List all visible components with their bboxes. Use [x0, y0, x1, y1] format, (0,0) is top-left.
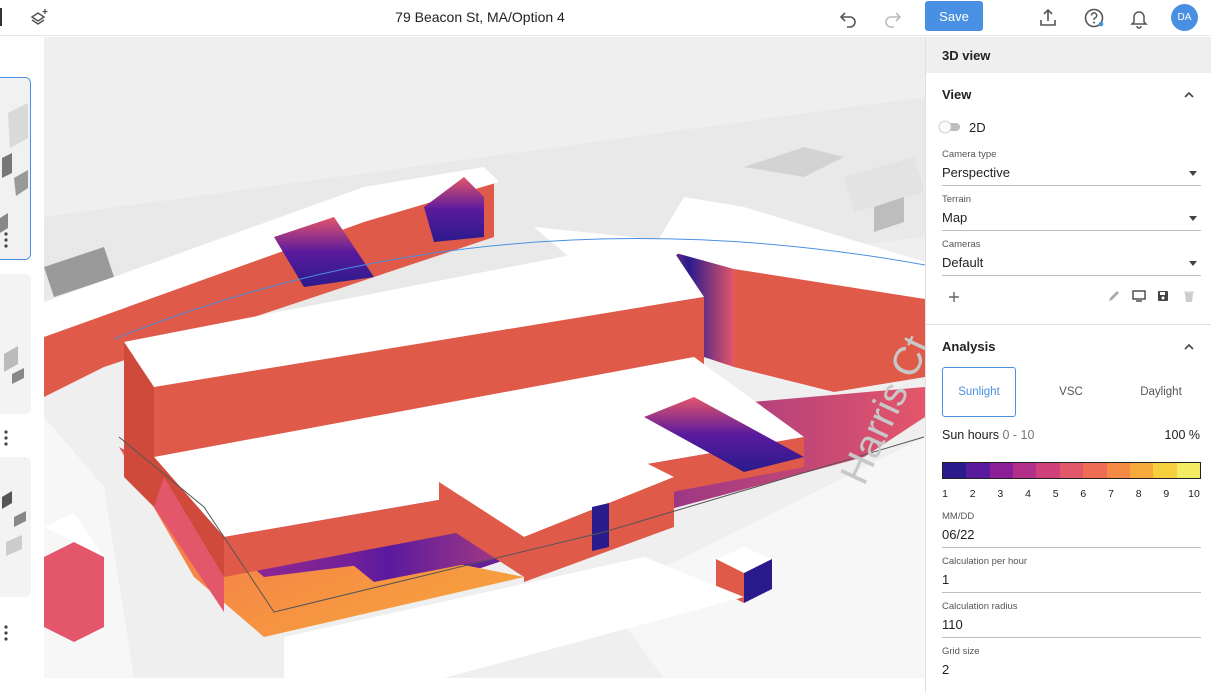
sun-hours-range: 0 - 10	[1002, 428, 1035, 442]
legend-number: 8	[1135, 488, 1142, 500]
legend-swatch	[966, 463, 990, 478]
save-button[interactable]: Save	[925, 1, 983, 31]
3d-viewport[interactable]: Harris Ct	[44, 37, 925, 678]
terrain-select[interactable]: Map	[942, 206, 1201, 231]
legend-swatch	[943, 463, 967, 478]
more-vert-icon[interactable]	[4, 430, 8, 446]
legend-swatch	[989, 463, 1014, 478]
legend-swatch	[1059, 463, 1084, 478]
avatar[interactable]: DA	[1171, 4, 1198, 31]
analysis-section-title[interactable]: Analysis	[942, 339, 995, 354]
2d-toggle[interactable]	[938, 119, 962, 135]
terrain-label: Terrain	[942, 194, 972, 205]
grid-size-value: 2	[942, 662, 950, 677]
legend-number: 10	[1188, 488, 1200, 500]
page-title: 79 Beacon St, MA/Option 4	[395, 9, 565, 25]
camera-type-value: Perspective	[942, 165, 1010, 180]
2d-toggle-label: 2D	[969, 120, 986, 135]
camera-type-select[interactable]: Perspective	[942, 161, 1201, 186]
sun-hours-legend	[942, 462, 1201, 479]
terrain-value: Map	[942, 210, 968, 225]
legend-swatch	[1013, 463, 1037, 478]
caret-down-icon	[1189, 261, 1197, 266]
save-icon[interactable]	[1156, 289, 1170, 303]
monitor-icon[interactable]	[1131, 289, 1147, 303]
option-thumbnail[interactable]	[0, 274, 31, 414]
date-input[interactable]: 06/22	[942, 523, 1201, 548]
legend-number: 5	[1052, 488, 1059, 500]
legend-number: 7	[1108, 488, 1114, 500]
option-thumbnail[interactable]	[0, 457, 31, 597]
legend-swatch	[1129, 463, 1154, 478]
caret-down-icon	[1189, 216, 1197, 221]
tab-vsc[interactable]: VSC	[1031, 367, 1111, 417]
legend-swatch	[1176, 463, 1200, 478]
calc-per-hour-input[interactable]: 1	[942, 568, 1201, 593]
sun-hours-label: Sun hours	[942, 428, 999, 442]
date-value: 06/22	[942, 527, 975, 542]
bell-icon[interactable]	[1127, 6, 1151, 30]
camera-type-label: Camera type	[942, 149, 997, 160]
properties-panel: 3D view View 2D Camera type Perspective …	[925, 37, 1211, 693]
cameras-value: Default	[942, 255, 984, 270]
legend-number: 9	[1163, 488, 1170, 500]
calc-radius-value: 110	[942, 617, 963, 632]
sunlight-analysis-scene: Harris Ct	[44, 37, 925, 678]
legend-number: 2	[969, 488, 976, 500]
bottom-strip	[0, 678, 925, 693]
tab-sunlight[interactable]: Sunlight	[942, 367, 1016, 417]
plus-icon[interactable]	[947, 290, 961, 304]
calc-radius-input[interactable]: 110	[942, 613, 1201, 638]
divider	[926, 324, 1211, 325]
chevron-up-icon[interactable]	[1183, 340, 1195, 352]
calc-radius-label: Calculation radius	[942, 601, 1018, 612]
more-vert-icon[interactable]	[4, 232, 8, 248]
percent-value: 100 %	[1164, 428, 1200, 442]
help-icon[interactable]	[1082, 6, 1106, 30]
view-section-title[interactable]: View	[942, 87, 971, 102]
legend-swatch	[1036, 463, 1060, 478]
calc-per-hour-label: Calculation per hour	[942, 556, 1028, 567]
legend-swatch	[1106, 463, 1130, 478]
top-bar: 79 Beacon St, MA/Option 4 Save DA	[0, 0, 1211, 36]
grid-size-input[interactable]: 2	[942, 658, 1201, 683]
sun-hours-row: Sun hours 0 - 10	[942, 428, 1034, 442]
redo-icon[interactable]	[881, 6, 905, 30]
chevron-up-icon[interactable]	[1183, 88, 1195, 100]
pencil-icon[interactable]	[1107, 289, 1121, 303]
legend-swatch	[1153, 463, 1177, 478]
cameras-label: Cameras	[942, 239, 981, 250]
date-label: MM/DD	[942, 511, 975, 522]
cameras-select[interactable]: Default	[942, 251, 1201, 276]
legend-swatch	[1083, 463, 1107, 478]
legend-numbers: 1 2 3 4 5 6 7 8 9 10	[942, 488, 1201, 500]
more-vert-icon[interactable]	[4, 625, 8, 641]
calc-per-hour-value: 1	[942, 572, 950, 587]
caret-down-icon	[1189, 171, 1197, 176]
share-icon[interactable]	[1036, 6, 1060, 30]
legend-number: 4	[1025, 488, 1031, 500]
undo-icon[interactable]	[836, 6, 860, 30]
option-thumbnails	[0, 37, 44, 693]
legend-number: 3	[997, 488, 1004, 500]
grid-size-label: Grid size	[942, 646, 980, 657]
trash-icon[interactable]	[1182, 289, 1196, 303]
tab-daylight[interactable]: Daylight	[1121, 367, 1201, 417]
panel-heading: 3D view	[926, 37, 1211, 73]
legend-number: 1	[942, 488, 948, 500]
legend-number: 6	[1080, 488, 1087, 500]
